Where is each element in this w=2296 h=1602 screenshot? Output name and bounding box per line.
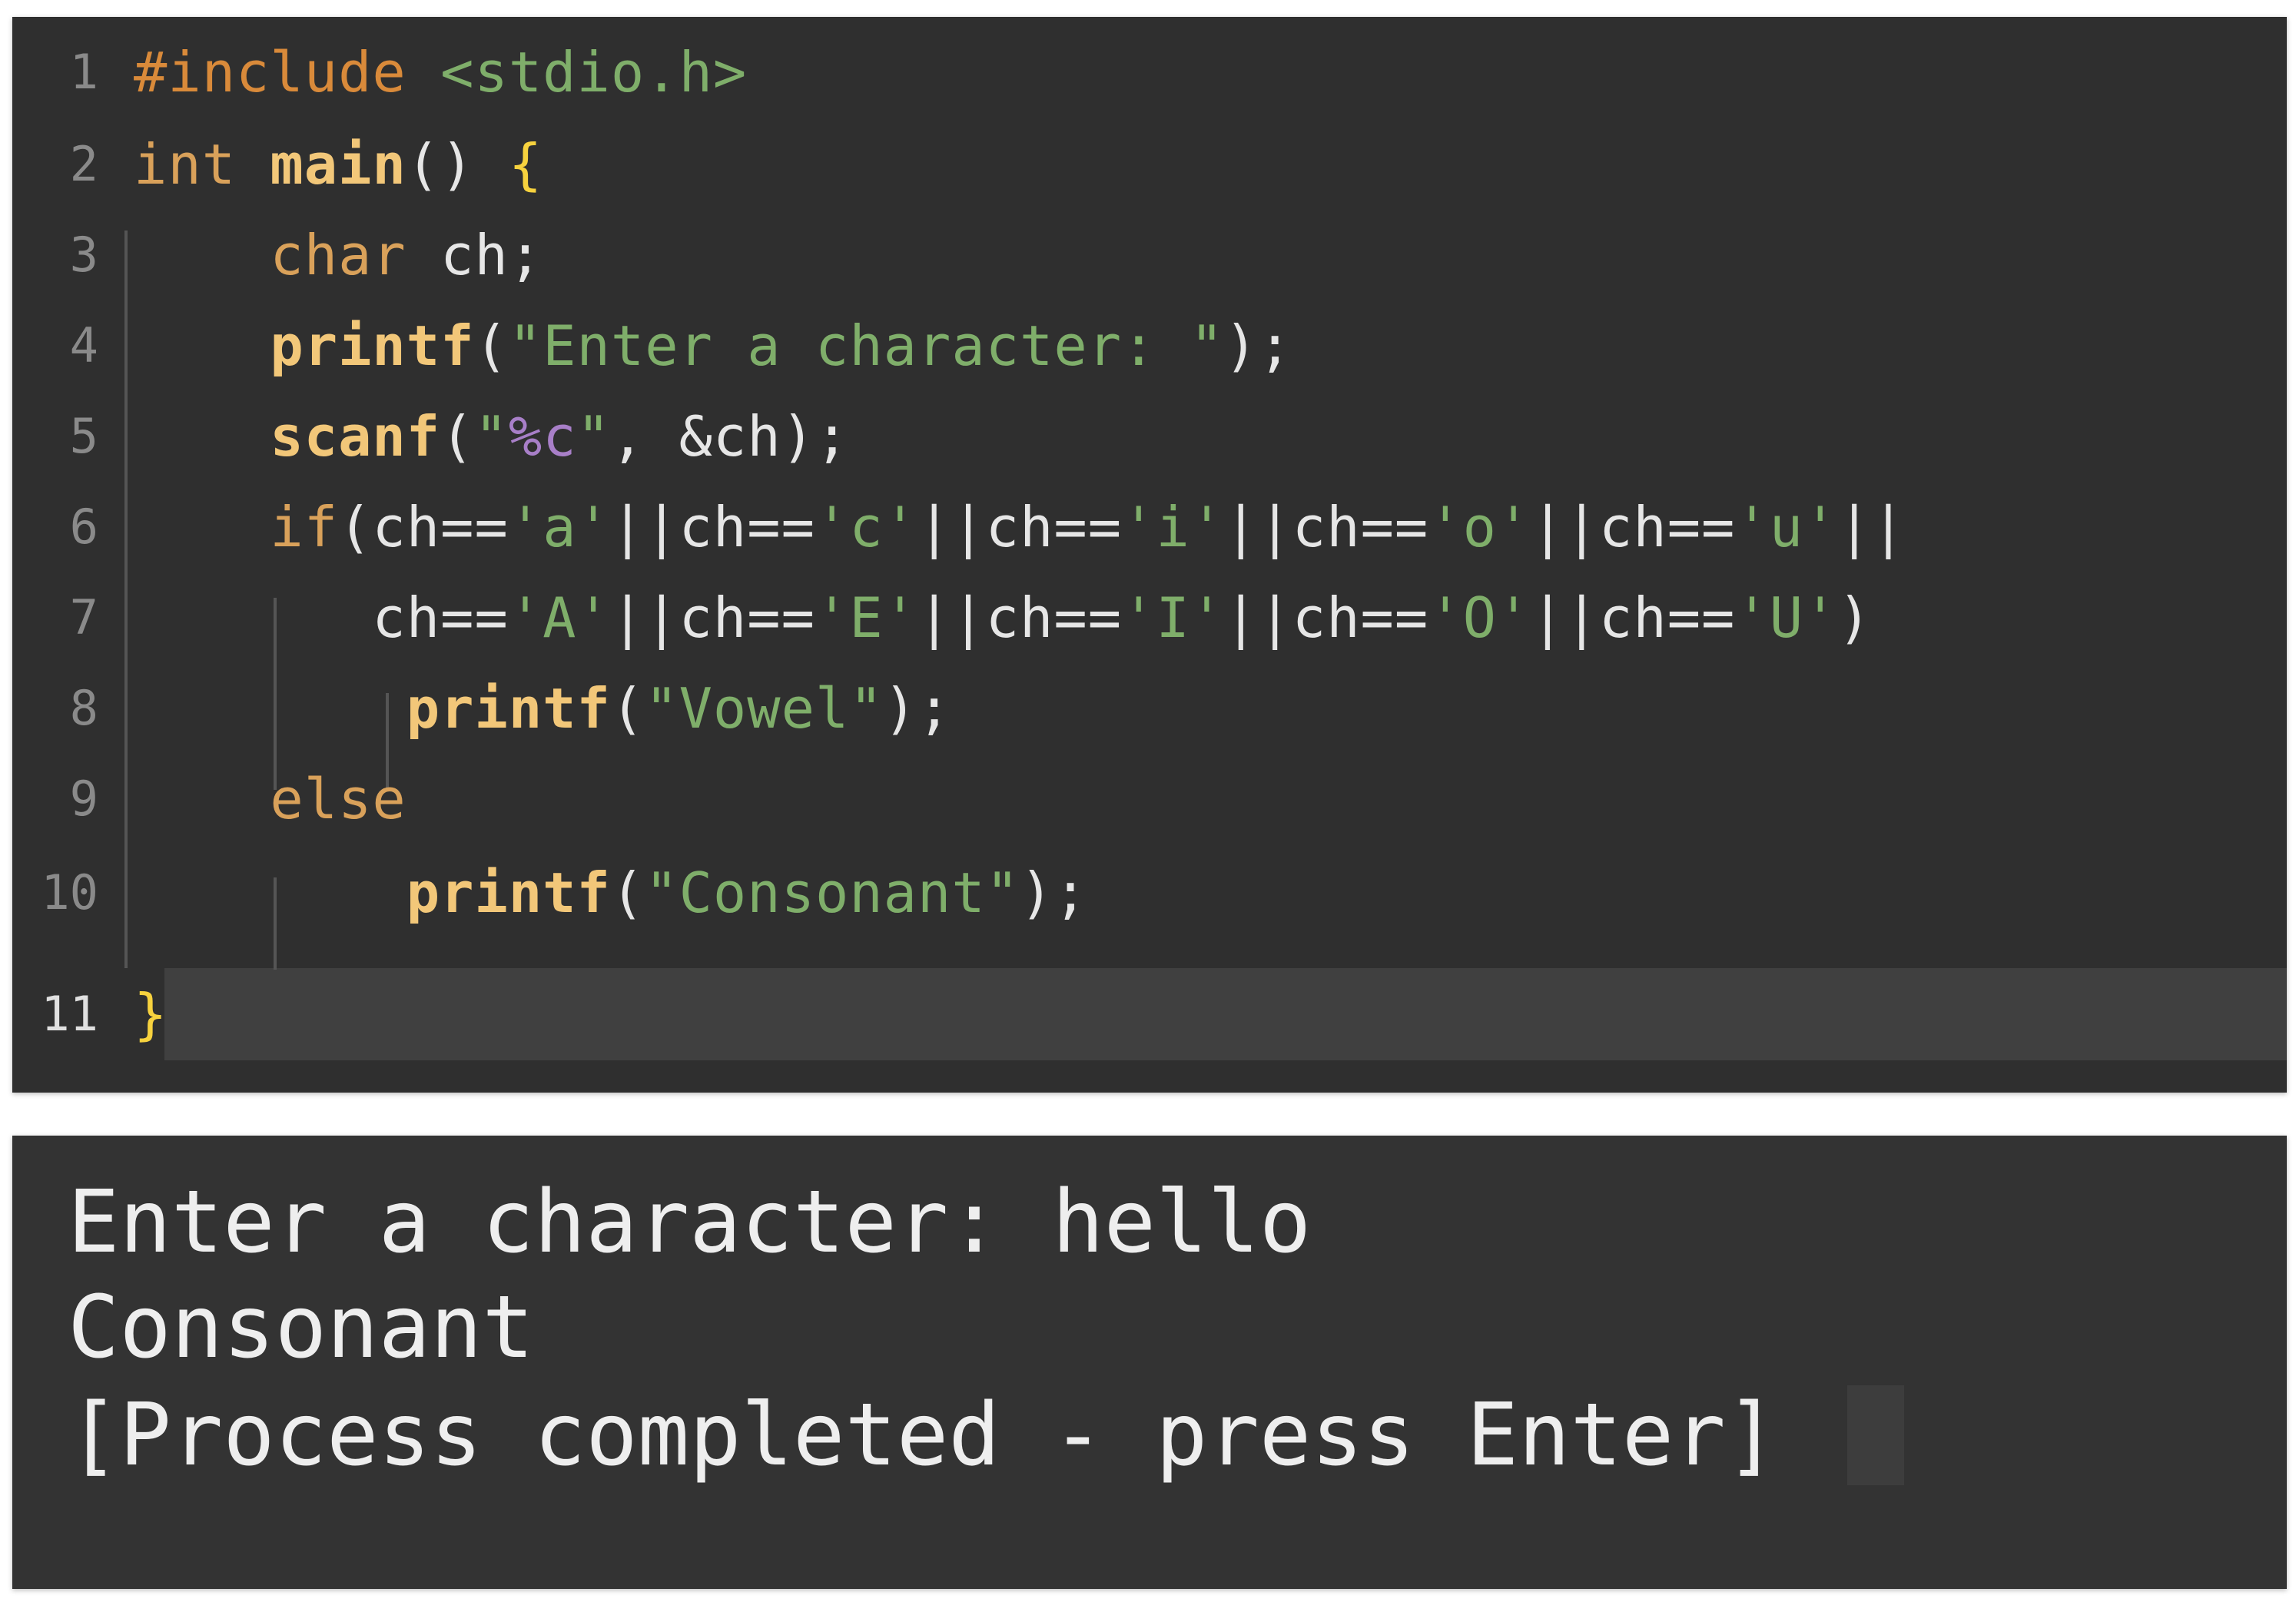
code-line[interactable]: printf("Enter a character: "); (134, 300, 1292, 392)
code-token: } (134, 982, 168, 1046)
code-token: ( (440, 404, 475, 469)
code-token: #include (134, 40, 406, 104)
code-token: ||ch== (1224, 495, 1429, 559)
terminal-line: [Process completed - press Enter] (68, 1385, 1778, 1485)
code-token: main (270, 132, 406, 197)
code-token: printf (406, 676, 611, 741)
terminal-cursor (1847, 1385, 1904, 1485)
code-token: " (474, 404, 509, 469)
code-token: ( (474, 313, 509, 378)
code-token: printf (270, 313, 475, 378)
code-line[interactable]: } (134, 968, 168, 1060)
line-number: 6 (69, 499, 98, 555)
code-token: char (270, 223, 406, 287)
line-number: 5 (69, 408, 98, 464)
code-token: ch== (134, 585, 509, 650)
line-number: 9 (69, 771, 98, 827)
line-number: 8 (69, 680, 98, 736)
code-token: ) (1837, 585, 1872, 650)
code-token: 'I' (1122, 585, 1225, 650)
code-token: ||ch== (1224, 585, 1429, 650)
code-token: ||ch== (1531, 585, 1736, 650)
code-token: ch; (406, 223, 543, 287)
code-token: () (406, 132, 509, 197)
code-line[interactable]: char ch; (134, 209, 542, 301)
code-token: " (576, 404, 611, 469)
code-line[interactable]: #include <stdio.h> (134, 26, 747, 118)
line-number: 2 (69, 136, 98, 192)
code-line[interactable]: if(ch=='a'||ch=='c'||ch=='i'||ch=='o'||c… (134, 481, 1906, 573)
code-token: ); (1020, 861, 1088, 925)
code-token: printf (406, 861, 611, 925)
line-number: 7 (69, 589, 98, 645)
line-number: 1 (69, 44, 98, 100)
code-token: if (270, 495, 339, 559)
code-token: 'c' (815, 495, 918, 559)
code-token: "Vowel" (645, 676, 884, 741)
code-token: 'a' (508, 495, 611, 559)
line-number-gutter: 1 2 3 4 5 6 7 8 9 10 11 (12, 17, 120, 1093)
code-token: "Enter a character: " (508, 313, 1225, 378)
code-token: , &ch); (610, 404, 850, 469)
code-token: (ch== (338, 495, 509, 559)
code-line[interactable]: printf("Consonant"); (134, 847, 1088, 939)
code-line[interactable]: scanf("%c", &ch); (134, 390, 849, 483)
code-token: 'U' (1735, 585, 1838, 650)
code-token: ||ch== (1531, 495, 1736, 559)
code-token: 'O' (1428, 585, 1531, 650)
code-token: int (134, 132, 237, 197)
code-token: || (1837, 495, 1906, 559)
line-number: 4 (69, 317, 98, 373)
line-number-active: 11 (41, 986, 98, 1042)
code-token: "Consonant" (645, 861, 1020, 925)
code-editor[interactable]: 1 2 3 4 5 6 7 8 9 10 11 #include <stdio.… (12, 17, 2287, 1093)
code-token: ||ch== (917, 495, 1123, 559)
code-token: scanf (270, 404, 441, 469)
code-token: ( (610, 676, 645, 741)
code-token: else (270, 767, 406, 831)
code-token: ( (610, 861, 645, 925)
code-token: ||ch== (610, 495, 815, 559)
indent-guide (124, 231, 128, 968)
terminal-line: Enter a character: hello (68, 1172, 1312, 1272)
code-token: %c (508, 404, 577, 469)
line-number: 10 (41, 864, 98, 920)
code-token: ||ch== (917, 585, 1123, 650)
code-token: ||ch== (610, 585, 815, 650)
code-token: 'i' (1122, 495, 1225, 559)
terminal-output[interactable]: Enter a character: hello Consonant [Proc… (12, 1136, 2287, 1589)
code-token: 'A' (508, 585, 611, 650)
code-token: ); (883, 676, 952, 741)
code-line[interactable]: int main() { (134, 118, 542, 211)
code-line[interactable]: ch=='A'||ch=='E'||ch=='I'||ch=='O'||ch==… (134, 572, 1872, 664)
code-token: <stdio.h> (440, 40, 748, 104)
code-line[interactable]: else (134, 753, 406, 845)
line-number: 3 (69, 227, 98, 283)
code-token: { (508, 132, 543, 197)
code-token: ); (1224, 313, 1292, 378)
code-token: 'o' (1428, 495, 1531, 559)
code-token: 'u' (1735, 495, 1838, 559)
code-token: 'E' (815, 585, 918, 650)
current-line-highlight (164, 968, 2287, 1060)
terminal-line: Consonant (68, 1278, 534, 1378)
code-line[interactable]: printf("Vowel"); (134, 662, 951, 755)
